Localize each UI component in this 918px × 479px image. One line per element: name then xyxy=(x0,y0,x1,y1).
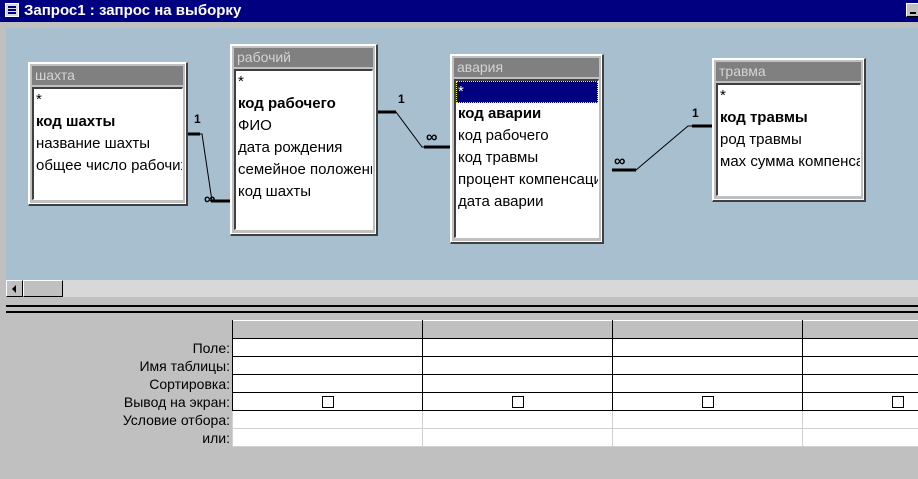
field-item-key[interactable]: код аварии xyxy=(456,103,598,125)
column-selector[interactable] xyxy=(802,320,918,339)
horizontal-scrollbar[interactable] xyxy=(6,280,918,297)
grid-cell[interactable] xyxy=(422,429,612,447)
field-item[interactable]: код травмы xyxy=(456,147,598,169)
show-checkbox[interactable] xyxy=(701,396,714,408)
grid-row-labels: Поле: Имя таблицы: Сортировка: Вывод на … xyxy=(6,339,230,447)
grid-cell[interactable] xyxy=(232,429,422,447)
row-label-sort: Сортировка: xyxy=(149,376,230,392)
table-title[interactable]: авария xyxy=(454,58,599,77)
grid-cell[interactable] xyxy=(612,429,802,447)
field-item[interactable]: * xyxy=(34,89,182,111)
table-box-shakhta[interactable]: шахта * код шахты название шахты общее ч… xyxy=(28,62,188,206)
grid-cell[interactable] xyxy=(612,411,802,429)
show-checkbox[interactable] xyxy=(511,396,524,408)
grid-cell[interactable] xyxy=(422,339,612,357)
relation-many-label: ∞ xyxy=(204,191,216,208)
query-design-grid: Поле: Имя таблицы: Сортировка: Вывод на … xyxy=(6,320,918,479)
pane-splitter[interactable] xyxy=(6,305,918,313)
table-title[interactable]: рабочий xyxy=(234,48,373,67)
grid-cell[interactable] xyxy=(802,429,918,447)
relation-one-label: 1 xyxy=(398,92,405,106)
grid-cell[interactable] xyxy=(802,357,918,375)
grid-column[interactable] xyxy=(612,320,802,479)
grid-cell[interactable] xyxy=(802,339,918,357)
grid-cell[interactable] xyxy=(232,375,422,393)
grid-cell[interactable] xyxy=(802,393,918,411)
field-item[interactable]: ФИО xyxy=(236,115,372,137)
grid-cell[interactable] xyxy=(612,357,802,375)
query-icon[interactable] xyxy=(5,3,19,17)
grid-column[interactable] xyxy=(422,320,612,479)
field-item[interactable]: дата рождения xyxy=(236,137,372,159)
row-label-criteria: Условие отбора: xyxy=(122,412,230,428)
table-title[interactable]: шахта xyxy=(32,66,183,85)
grid-cell[interactable] xyxy=(232,393,422,411)
field-item-key[interactable]: код травмы xyxy=(718,107,860,129)
field-item[interactable]: мах сумма компенсации xyxy=(718,151,860,173)
grid-cell[interactable] xyxy=(232,411,422,429)
show-checkbox[interactable] xyxy=(321,396,334,408)
table-box-avariya[interactable]: авария * код аварии код рабочего код тра… xyxy=(450,54,604,244)
grid-cell[interactable] xyxy=(612,339,802,357)
column-selector[interactable] xyxy=(232,320,422,339)
title-bar[interactable]: Запрос1 : запрос на выборку xyxy=(0,0,918,22)
grid-cell[interactable] xyxy=(802,411,918,429)
relation-one-label: 1 xyxy=(692,106,699,120)
table-box-rabochiy[interactable]: рабочий * код рабочего ФИО дата рождения… xyxy=(230,44,378,236)
minimize-button[interactable] xyxy=(906,3,918,17)
relation-line-2 xyxy=(376,111,450,148)
field-item[interactable]: процент компенсации xyxy=(456,169,598,191)
relation-many-label: ∞ xyxy=(426,129,438,146)
relation-one-label: 1 xyxy=(194,112,201,126)
grid-cell[interactable] xyxy=(802,375,918,393)
table-diagram-area[interactable]: 1 ∞ 1 ∞ ∞ 1 шахта * код шахты название ш… xyxy=(6,28,918,280)
field-item[interactable]: род травмы xyxy=(718,129,860,151)
field-item[interactable]: название шахты xyxy=(34,133,182,155)
field-item[interactable]: общее число рабочих xyxy=(34,155,182,177)
scroll-left-arrow-icon[interactable] xyxy=(6,280,23,297)
column-selector[interactable] xyxy=(612,320,802,339)
field-item-key[interactable]: код рабочего xyxy=(236,93,372,115)
grid-cell[interactable] xyxy=(422,357,612,375)
grid-cell[interactable] xyxy=(422,411,612,429)
field-list[interactable]: * код травмы род травмы мах сумма компен… xyxy=(716,83,861,196)
field-item[interactable]: семейное положение xyxy=(236,159,372,181)
column-selector[interactable] xyxy=(422,320,612,339)
window-title: Запрос1 : запрос на выборку xyxy=(24,2,242,19)
field-list[interactable]: * код шахты название шахты общее число р… xyxy=(32,87,183,200)
table-title[interactable]: травма xyxy=(716,62,861,81)
scroll-thumb[interactable] xyxy=(23,280,63,297)
field-item[interactable]: код шахты xyxy=(236,181,372,203)
field-item-key[interactable]: код шахты xyxy=(34,111,182,133)
relation-line-3 xyxy=(612,125,712,171)
show-checkbox[interactable] xyxy=(891,396,904,408)
grid-column[interactable] xyxy=(802,320,918,479)
query-window: Запрос1 : запрос на выборку 1 ∞ 1 ∞ ∞ 1 … xyxy=(0,0,918,479)
table-box-travma[interactable]: травма * код травмы род травмы мах сумма… xyxy=(712,58,866,202)
grid-columns xyxy=(232,320,918,479)
field-item[interactable]: дата аварии xyxy=(456,191,598,213)
relation-many-label: ∞ xyxy=(614,153,626,170)
grid-cell[interactable] xyxy=(232,357,422,375)
row-label-field: Поле: xyxy=(192,340,230,356)
grid-cell[interactable] xyxy=(612,375,802,393)
grid-column[interactable] xyxy=(232,320,422,479)
grid-cell[interactable] xyxy=(422,393,612,411)
field-list[interactable]: * код аварии код рабочего код травмы про… xyxy=(454,79,599,238)
field-item[interactable]: * xyxy=(718,85,860,107)
row-label-show: Вывод на экран: xyxy=(123,394,230,410)
field-list[interactable]: * код рабочего ФИО дата рождения семейно… xyxy=(234,69,373,230)
grid-cell[interactable] xyxy=(232,339,422,357)
field-item[interactable]: * xyxy=(236,71,372,93)
grid-cell[interactable] xyxy=(422,375,612,393)
row-label-table: Имя таблицы: xyxy=(139,358,230,374)
field-item-selected[interactable]: * xyxy=(456,81,598,103)
field-item[interactable]: код рабочего xyxy=(456,125,598,147)
row-label-or: или: xyxy=(202,430,230,446)
grid-cell[interactable] xyxy=(612,393,802,411)
